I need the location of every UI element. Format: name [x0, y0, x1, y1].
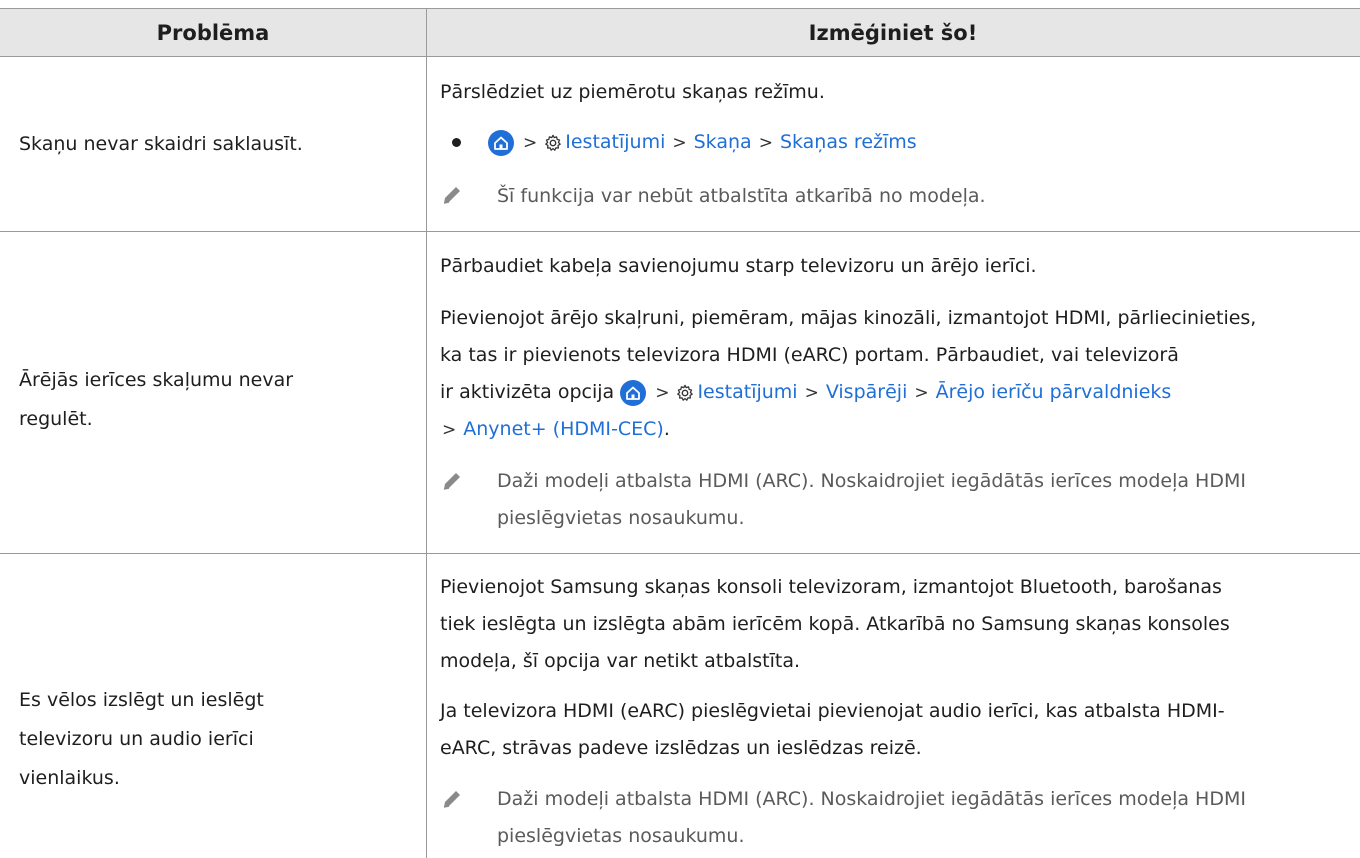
settings-gear-icon: [677, 384, 694, 401]
row3-note-line2: pieslēgvietas nosaukumu.: [497, 825, 745, 847]
row1-problem: Skaņu nevar skaidri saklausīt.: [19, 133, 303, 155]
settings-gear-icon: [545, 134, 562, 151]
chevron-right-icon: >: [655, 383, 670, 403]
pencil-note-icon: [443, 187, 460, 204]
header-bottom-border: [0, 56, 1360, 57]
bullet-dot: [452, 138, 461, 147]
row2-problem-line2: regulēt.: [19, 408, 93, 430]
row1-menu-path: > Iestatījumi > Skaņa > Skaņas režīms: [488, 124, 1360, 162]
row3-problem-line1: Es vēlos izslēgt un ieslēgt: [19, 689, 264, 711]
row3-text2-line2: eARC, strāvas padeve izslēdzas un ieslēd…: [440, 737, 922, 759]
row3-problem-line2: televizoru un audio ierīci: [19, 728, 254, 750]
row2-text2-line4: > Anynet+ (HDMI-CEC).: [442, 418, 670, 440]
pencil-note-icon: [443, 473, 460, 490]
row3-note-line1: Daži modeļi atbalsta HDMI (ARC). Noskaid…: [497, 788, 1246, 810]
row1-note: Šī funkcija var nebūt atbalstīta atkarīb…: [497, 185, 986, 207]
path-settings-link[interactable]: Iestatījumi: [697, 381, 797, 403]
header-try-this: Izmēģiniet šo!: [808, 20, 978, 45]
header-problem: Problēma: [156, 20, 270, 45]
table-header: Problēma Izmēģiniet šo!: [0, 9, 1360, 56]
chevron-right-icon: >: [672, 133, 687, 153]
path-external-device-manager-link[interactable]: Ārējo ierīču pārvaldnieks: [936, 381, 1172, 403]
row1-bottom-border: [0, 231, 1360, 232]
chevron-right-icon: >: [523, 133, 538, 153]
row2-text2-line1: Pievienojot ārējo skaļruni, piemēram, mā…: [440, 307, 1257, 329]
chevron-right-icon: >: [442, 420, 457, 440]
home-icon: [488, 129, 514, 156]
row3-text1-line3: modeļa, šī opcija var netikt atbalstīta.: [440, 650, 800, 672]
row3-text1-line1: Pievienojot Samsung skaņas konsoli telev…: [440, 576, 1222, 598]
path-sound-mode-link[interactable]: Skaņas režīms: [780, 131, 917, 153]
row3-problem-line3: vienlaikus.: [19, 767, 120, 789]
path-general-link[interactable]: Vispārēji: [826, 381, 908, 403]
path-settings-link[interactable]: Iestatījumi: [565, 131, 665, 153]
row3-text2-line1: Ja televizora HDMI (eARC) pieslēgvietai …: [440, 700, 1225, 722]
row1-text: Pārslēdziet uz piemērotu skaņas režīmu.: [440, 81, 825, 103]
column-divider: [426, 9, 427, 858]
chevron-right-icon: >: [914, 383, 929, 403]
row2-bottom-border: [0, 553, 1360, 554]
row2-text2-line2: ka tas ir pievienots televizora HDMI (eA…: [440, 344, 1179, 366]
row2-note-line2: pieslēgvietas nosaukumu.: [497, 507, 745, 529]
row2-text2-prefix: ir aktivizēta opcija: [440, 381, 615, 403]
home-icon: [620, 379, 647, 406]
pencil-note-icon: [443, 791, 460, 808]
row2-note-line1: Daži modeļi atbalsta HDMI (ARC). Noskaid…: [497, 470, 1246, 492]
path-sound-link[interactable]: Skaņa: [694, 131, 752, 153]
row3-text1-line2: tiek ieslēgta un izslēgta abām ierīcēm k…: [440, 613, 1230, 635]
path-anynet-link[interactable]: Anynet+ (HDMI-CEC): [463, 418, 664, 440]
row2-text2-line3: ir aktivizēta opcija > Iestatījumi > Vispār…: [440, 374, 1350, 412]
row2-problem-line1: Ārējās ierīces skaļumu nevar: [19, 369, 294, 391]
chevron-right-icon: >: [804, 383, 819, 403]
chevron-right-icon: >: [758, 133, 773, 153]
row2-text1: Pārbaudiet kabeļa savienojumu starp tele…: [440, 255, 1037, 277]
